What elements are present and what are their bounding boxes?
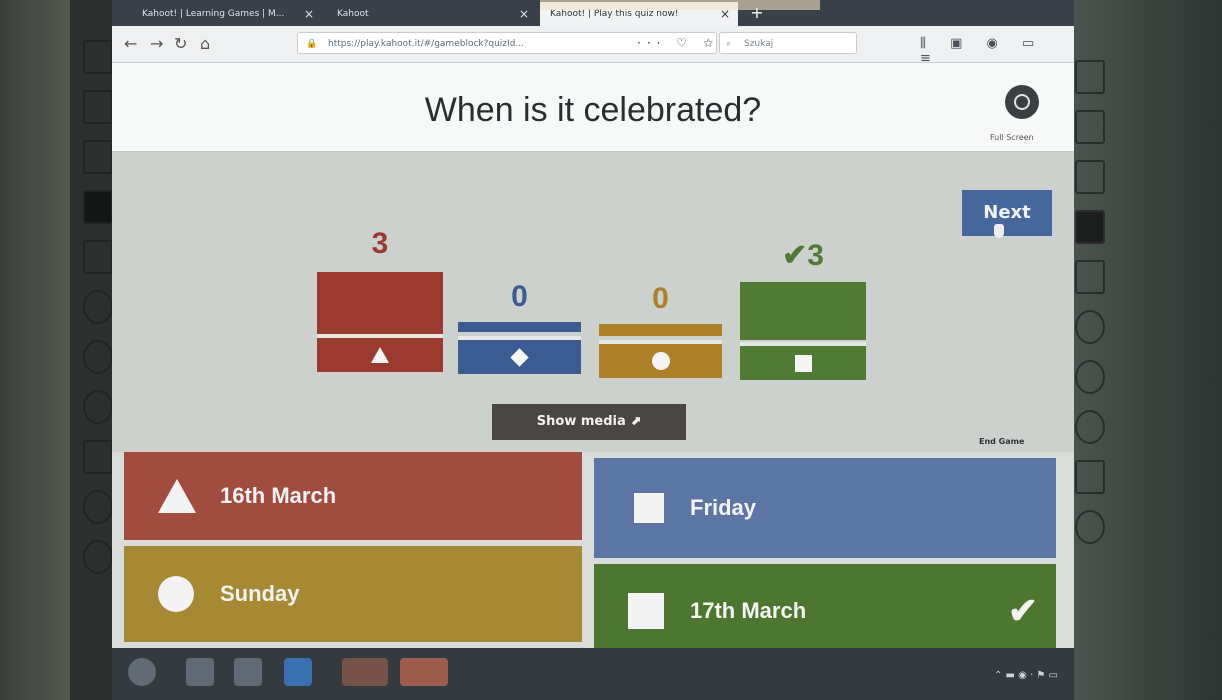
- result-bar-fill: [740, 282, 866, 340]
- result-bar-diamond: [458, 322, 581, 374]
- result-bar-fill: [599, 324, 722, 336]
- home-icon[interactable]: ⌂: [200, 34, 210, 53]
- answer-label: 16th March: [220, 483, 337, 508]
- screen-icon[interactable]: [1075, 460, 1105, 494]
- search-input[interactable]: ⌕ Szukaj: [719, 32, 857, 54]
- answer-yellow[interactable]: Sunday: [124, 546, 582, 642]
- answer-grid: 16th March Friday Sunday 17th March ✔: [124, 452, 1068, 658]
- app-icon[interactable]: [400, 658, 448, 686]
- page-icon[interactable]: [1075, 110, 1105, 144]
- result-bar-base: [458, 336, 581, 374]
- page-icon[interactable]: [83, 90, 113, 124]
- reload-icon[interactable]: ↻: [174, 34, 187, 53]
- wall-left: [0, 0, 70, 700]
- tab-label: Kahoot! | Learning Games | M...: [142, 9, 285, 19]
- next-button[interactable]: Next: [962, 190, 1052, 236]
- forward-icon[interactable]: →: [150, 34, 163, 53]
- circle-icon: [158, 576, 194, 612]
- page-icon[interactable]: [83, 40, 113, 74]
- url-text: https://play.kahoot.it/#/gameblock?quizI…: [328, 39, 524, 49]
- fullscreen-icon[interactable]: [1005, 85, 1039, 119]
- pen-icon[interactable]: [83, 290, 113, 324]
- question-title: When is it celebrated?: [424, 91, 762, 129]
- result-bar-base: [740, 342, 866, 380]
- diamond-icon: [634, 493, 664, 523]
- search-placeholder: Szukaj: [744, 39, 774, 49]
- square-icon: [628, 593, 664, 629]
- answer-label: Sunday: [220, 581, 300, 606]
- select-icon[interactable]: [83, 240, 113, 274]
- search-icon: ⌕: [726, 39, 732, 49]
- diamond-icon: [510, 347, 529, 367]
- page-icon[interactable]: [1075, 160, 1105, 194]
- page-icon[interactable]: [83, 140, 113, 174]
- answer-label: 17th March: [690, 598, 807, 623]
- select-icon[interactable]: [1075, 260, 1105, 294]
- triangle-icon: [158, 479, 196, 513]
- back-icon[interactable]: ←: [124, 34, 137, 53]
- result-bar-square: [740, 282, 866, 380]
- pen-icon[interactable]: [83, 340, 113, 374]
- expand-icon: ⬈: [630, 414, 642, 429]
- answer-green[interactable]: 17th March ✔: [594, 564, 1056, 658]
- system-tray[interactable]: ⌃ ▬ ◉ · ⚑ ▭: [994, 670, 1058, 681]
- tab-kahoot-games[interactable]: Kahoot! | Learning Games | M... ×: [132, 2, 322, 26]
- result-bar-triangle: [317, 272, 443, 372]
- result-bar-fill: [317, 272, 443, 334]
- black-page-icon[interactable]: [1075, 210, 1105, 244]
- tab-kahoot[interactable]: Kahoot ×: [327, 2, 537, 26]
- result-count-correct: ✔3: [782, 239, 824, 272]
- close-icon[interactable]: ×: [304, 2, 314, 26]
- toolbar-icons[interactable]: ⫼ ▣ ◉ ▭ ≡: [920, 36, 1074, 66]
- circle-icon: [651, 352, 670, 370]
- media-player-icon[interactable]: [234, 658, 262, 686]
- taskbar: ⌃ ▬ ◉ · ⚑ ▭: [112, 648, 1074, 700]
- eraser-icon[interactable]: [83, 540, 113, 574]
- browser-icon[interactable]: [284, 658, 312, 686]
- start-icon[interactable]: [128, 658, 156, 686]
- triangle-icon: [371, 347, 389, 363]
- checkmark-icon: ✔: [1007, 590, 1038, 631]
- close-icon[interactable]: ×: [519, 2, 529, 26]
- glare: [540, 0, 820, 10]
- show-media-button[interactable]: Show media ⬈: [492, 404, 686, 440]
- highlighter-icon[interactable]: [83, 390, 113, 424]
- fullscreen-label[interactable]: Full Screen: [990, 133, 1034, 142]
- page-actions-icon[interactable]: ··· ♡ ☆: [637, 36, 720, 50]
- answer-red[interactable]: 16th March: [124, 452, 582, 540]
- answer-blue[interactable]: Friday: [594, 458, 1056, 558]
- page-icon[interactable]: [1075, 60, 1105, 94]
- undo-icon[interactable]: [1075, 510, 1105, 544]
- result-bar-fill: [458, 322, 581, 332]
- square-icon: [794, 354, 812, 372]
- show-media-label: Show media: [536, 414, 626, 429]
- lock-icon: 🔒: [306, 39, 318, 49]
- pen-icon[interactable]: [1075, 360, 1105, 394]
- highlighter-icon[interactable]: [1075, 410, 1105, 444]
- projected-screen: Kahoot! | Learning Games | M... × Kahoot ×…: [112, 0, 1074, 668]
- result-count: 0: [652, 282, 669, 315]
- tab-label: Kahoot: [337, 9, 369, 19]
- answer-label: Friday: [690, 495, 757, 520]
- question-header: When is it celebrated? Full Screen: [112, 63, 1074, 152]
- result-count: 0: [511, 280, 528, 313]
- screen-icon[interactable]: [83, 440, 113, 474]
- result-count: 3: [371, 227, 389, 260]
- whiteboard-toolbar-right: [1070, 50, 1110, 650]
- file-explorer-icon[interactable]: [186, 658, 214, 686]
- results-stage: Next 3 0 0 ✔3 Show media ⬈ End Game: [112, 152, 1074, 452]
- end-game-link[interactable]: End Game: [979, 437, 1024, 446]
- mouse-cursor-icon: [994, 224, 1004, 238]
- tab-label: Kahoot! | Play this quiz now!: [550, 9, 679, 19]
- result-bar-base: [317, 334, 443, 372]
- result-bar-base: [599, 340, 722, 378]
- navigation-bar: ← → ↻ ⌂ 🔒 https://play.kahoot.it/#/gameb…: [112, 26, 1074, 66]
- black-page-icon[interactable]: [83, 190, 113, 224]
- app-icon[interactable]: [342, 658, 388, 686]
- result-bar-circle: [599, 324, 722, 378]
- undo-icon[interactable]: [83, 490, 113, 524]
- pen-icon[interactable]: [1075, 310, 1105, 344]
